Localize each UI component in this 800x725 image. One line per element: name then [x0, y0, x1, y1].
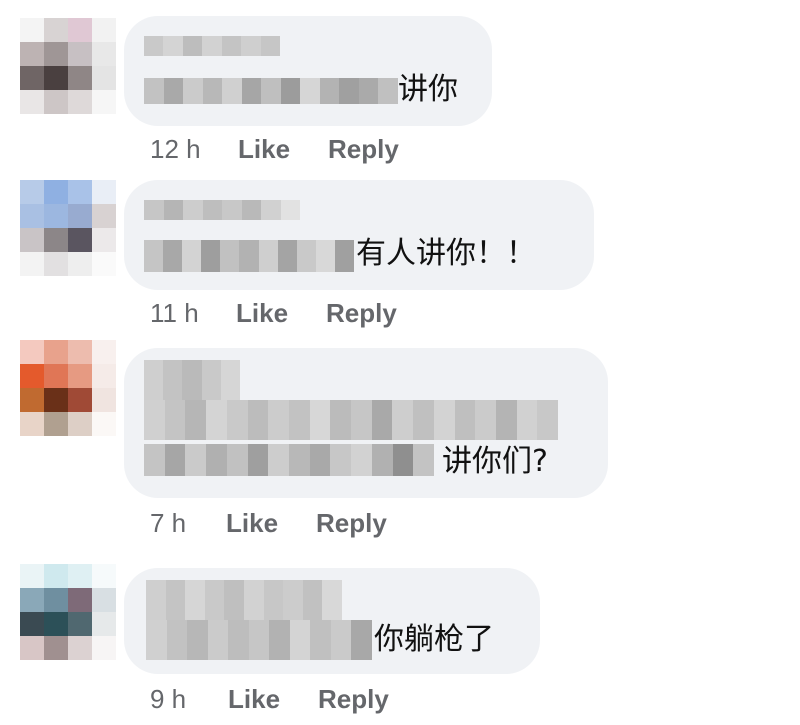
comment-time: 11 h: [150, 298, 199, 328]
like-button[interactable]: Like: [228, 684, 280, 714]
blurred-comment-text: [146, 620, 372, 660]
comment-time: 9 h: [150, 684, 187, 714]
blurred-author-name: [144, 200, 300, 220]
comment-text: 讲你: [398, 72, 458, 107]
like-button[interactable]: Like: [238, 134, 290, 164]
like-button[interactable]: Like: [226, 508, 278, 538]
blurred-comment-text: [144, 400, 558, 440]
avatar[interactable]: [20, 18, 116, 114]
comment-time: 12 h: [150, 134, 201, 164]
like-button[interactable]: Like: [236, 298, 288, 328]
blurred-author-name: [144, 36, 280, 56]
comment-bubble: 你躺枪了: [124, 568, 540, 674]
comment-bubble: 讲你们?: [124, 348, 608, 498]
reply-button[interactable]: Reply: [316, 508, 387, 538]
reply-button[interactable]: Reply: [318, 684, 389, 714]
blurred-author-name: [146, 580, 342, 620]
avatar[interactable]: [20, 340, 116, 436]
comment-text: 你躺枪了: [374, 622, 494, 657]
comment-text: 有人讲你！！: [356, 236, 536, 271]
blurred-comment-text: [144, 444, 434, 476]
avatar[interactable]: [20, 564, 116, 660]
comment-text: 讲你们?: [442, 444, 548, 479]
comment-time: 7 h: [150, 508, 187, 538]
reply-button[interactable]: Reply: [328, 134, 399, 164]
avatar[interactable]: [20, 180, 116, 276]
blurred-comment-text: [144, 240, 354, 272]
reply-button[interactable]: Reply: [326, 298, 397, 328]
blurred-comment-text: [144, 78, 398, 104]
comment-bubble: 有人讲你！！: [124, 180, 594, 290]
comment-bubble: 讲你: [124, 16, 492, 126]
